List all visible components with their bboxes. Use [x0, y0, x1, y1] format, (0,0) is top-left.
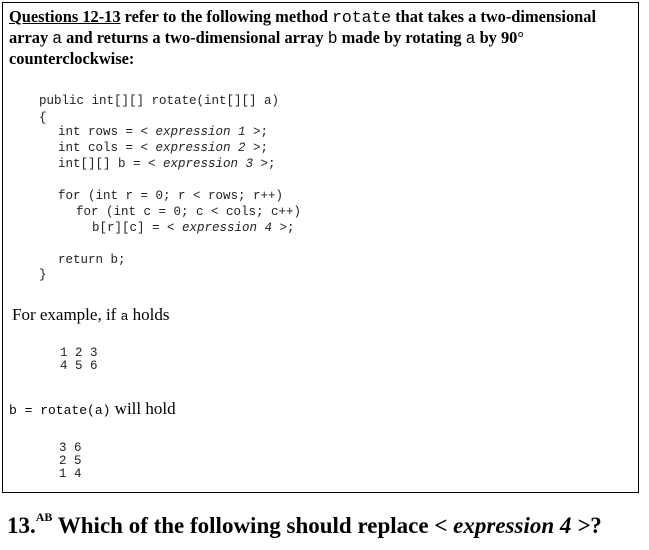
- result-text: b = rotate(a) will hold: [9, 399, 176, 419]
- question-reference: Questions 12-13: [9, 7, 121, 26]
- code-b-end: ;: [268, 157, 276, 171]
- code-close-brace: }: [39, 268, 47, 282]
- code-for-cols: for (int c = 0; c < cols; c++): [76, 205, 302, 219]
- question-box: [2, 2, 639, 493]
- example-text-1: For example, if: [12, 305, 121, 324]
- matrix-b-row: 1 4: [59, 467, 82, 481]
- intro-paragraph: Questions 12-13 refer to the following m…: [9, 7, 639, 69]
- code-rows-line: int rows = < expression 1 >;: [58, 124, 268, 140]
- code-signature: public int[][] rotate(int[][] a): [39, 94, 280, 108]
- code-cols-line: int cols = < expression 2 >;: [58, 140, 268, 156]
- example-text-2: holds: [128, 305, 170, 324]
- result-will-hold: will hold: [110, 399, 176, 418]
- code-cols-lhs: int cols =: [58, 141, 141, 155]
- code-assign-line: b[r][c] = < expression 4 >;: [92, 220, 295, 236]
- code-return: return b;: [58, 253, 126, 267]
- array-a-name: a: [52, 29, 63, 48]
- question-mark: ?: [590, 513, 602, 538]
- code-b-line: int[][] b = < expression 3 >;: [58, 156, 276, 172]
- result-code: b = rotate(a): [9, 403, 111, 418]
- method-name: rotate: [332, 8, 392, 27]
- code-expression-2: < expression 2 >: [140, 141, 261, 155]
- question-13: 13.AB Which of the following should repl…: [7, 510, 602, 539]
- code-open-brace: {: [39, 111, 47, 125]
- example-text: For example, if a holds: [12, 305, 170, 325]
- matrix-b: 3 62 51 4: [59, 442, 82, 481]
- document-page: Questions 12-13 refer to the following m…: [0, 0, 649, 550]
- code-expression-3: < expression 3 >: [148, 157, 269, 171]
- intro-text-4: made by rotating: [337, 28, 466, 47]
- array-a-name-2: a: [465, 29, 476, 48]
- intro-text-3: and returns a two-dimensional array: [62, 28, 328, 47]
- code-for-rows: for (int r = 0; r < rows; r++): [58, 189, 284, 203]
- code-rows-end: ;: [260, 125, 269, 139]
- code-expression-4: < expression 4 >: [167, 221, 288, 235]
- question-ab-superscript: AB: [35, 510, 53, 524]
- code-cols-end: ;: [260, 141, 269, 155]
- code-expression-1: < expression 1 >: [140, 125, 261, 139]
- intro-text-1: refer to the following method: [120, 7, 333, 26]
- code-assign-lhs: b[r][c] =: [92, 221, 168, 235]
- question-text: Which of the following should replace: [52, 513, 435, 538]
- question-number: 13.: [7, 513, 36, 538]
- code-assign-end: ;: [287, 221, 295, 235]
- matrix-a: 1 2 34 5 6: [60, 347, 98, 373]
- array-b-name: b: [327, 29, 338, 48]
- question-expression: < expression 4 >: [434, 513, 591, 538]
- code-b-lhs: int[][] b =: [58, 157, 149, 171]
- code-rows-lhs: int rows =: [58, 125, 141, 139]
- matrix-a-row: 4 5 6: [60, 359, 98, 373]
